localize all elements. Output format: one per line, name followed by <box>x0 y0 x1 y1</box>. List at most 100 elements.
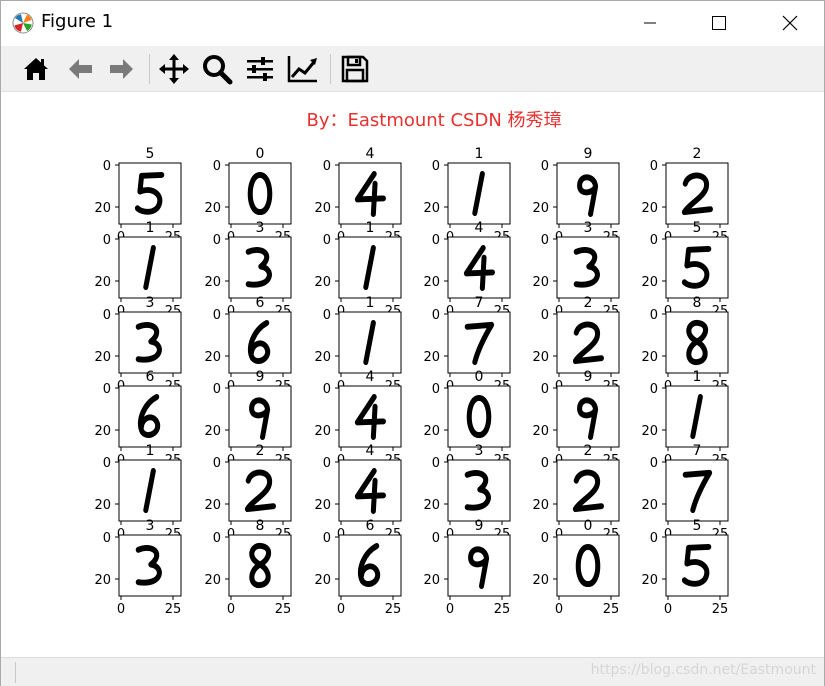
y-tick-label: 20 <box>314 573 331 588</box>
title-bar[interactable]: Figure 1 <box>1 1 824 45</box>
home-icon <box>24 58 48 80</box>
y-tick-label: 0 <box>103 159 111 174</box>
y-tick-label: 0 <box>213 382 221 397</box>
subplot-title: 4 <box>366 146 375 162</box>
subplot-title: 5 <box>693 518 702 534</box>
subplot-title: 5 <box>693 220 702 236</box>
forward-arrow-icon <box>110 59 133 79</box>
subplot-title: 1 <box>366 220 375 236</box>
y-tick-label: 20 <box>423 350 440 365</box>
figure-window: Figure 1 By：Eastmount CSDN 杨秀璋 5 0 20 0 … <box>0 0 825 686</box>
window-title: Figure 1 <box>41 11 114 32</box>
x-tick-label: 0 <box>337 602 345 617</box>
y-tick-label: 20 <box>532 424 549 439</box>
subplot-axes <box>338 162 402 225</box>
y-tick-label: 0 <box>323 308 331 323</box>
y-tick-label: 0 <box>432 233 440 248</box>
subplot-title: 4 <box>366 443 375 459</box>
subplot-title: 6 <box>366 518 375 534</box>
save-floppy-icon <box>341 55 369 83</box>
subplot-title: 6 <box>256 295 265 311</box>
x-tick-label: 25 <box>603 602 620 617</box>
y-tick-label: 20 <box>423 201 440 216</box>
y-tick-label: 0 <box>323 233 331 248</box>
toolbar-separator <box>330 54 331 84</box>
y-tick-label: 0 <box>541 456 549 471</box>
subplot-title: 1 <box>146 220 155 236</box>
subplot-title: 0 <box>584 518 593 534</box>
subplot-title: 1 <box>475 146 484 162</box>
subplot-axes <box>665 534 729 597</box>
subplot-title: 9 <box>475 518 484 534</box>
y-tick-label: 20 <box>204 573 221 588</box>
y-tick-label: 0 <box>432 308 440 323</box>
subplot-title: 9 <box>584 369 593 385</box>
y-tick-label: 0 <box>541 382 549 397</box>
y-tick-label: 20 <box>423 498 440 513</box>
pan-button[interactable] <box>157 52 191 86</box>
subplot-axes <box>447 311 511 374</box>
zoom-magnifier-icon <box>203 55 233 85</box>
subplot-title: 8 <box>256 518 265 534</box>
figure-canvas[interactable]: By：Eastmount CSDN 杨秀璋 502002500200254020… <box>1 93 824 656</box>
subplot-title: 2 <box>256 443 265 459</box>
y-tick-label: 20 <box>641 424 658 439</box>
digit-subplot: 2020025 <box>641 146 729 245</box>
y-tick-label: 0 <box>103 382 111 397</box>
y-tick-label: 20 <box>314 498 331 513</box>
y-tick-label: 20 <box>641 201 658 216</box>
y-tick-label: 0 <box>213 531 221 546</box>
maximize-button[interactable] <box>696 1 742 45</box>
subplot-axes <box>665 459 729 522</box>
subplot-title: 5 <box>146 146 155 162</box>
configure-subplots-button[interactable] <box>243 52 277 86</box>
forward-button[interactable] <box>105 52 139 86</box>
y-tick-label: 0 <box>213 456 221 471</box>
y-tick-label: 0 <box>432 531 440 546</box>
home-button[interactable] <box>19 52 53 86</box>
y-tick-label: 20 <box>532 498 549 513</box>
y-tick-label: 0 <box>103 233 111 248</box>
y-tick-label: 20 <box>94 275 111 290</box>
zoom-button[interactable] <box>200 52 234 86</box>
subplot-axes <box>665 162 729 225</box>
y-tick-label: 20 <box>641 573 658 588</box>
y-tick-label: 0 <box>432 382 440 397</box>
status-divider <box>15 662 16 683</box>
y-tick-label: 20 <box>204 275 221 290</box>
y-tick-label: 20 <box>423 424 440 439</box>
x-tick-label: 25 <box>165 602 182 617</box>
edit-axis-line-icon <box>287 56 317 83</box>
y-tick-label: 0 <box>103 531 111 546</box>
subplot-title: 3 <box>146 518 155 534</box>
close-button[interactable] <box>767 1 813 45</box>
edit-axis-button[interactable] <box>286 52 320 86</box>
close-icon <box>782 15 798 31</box>
back-button[interactable] <box>63 52 97 86</box>
subplot-axes <box>338 385 402 448</box>
y-tick-label: 20 <box>423 573 440 588</box>
digit-grid-figure: By：Eastmount CSDN 杨秀璋 502002500200254020… <box>94 110 729 617</box>
save-button[interactable] <box>338 52 372 86</box>
subplot-title: 4 <box>475 220 484 236</box>
y-tick-label: 0 <box>432 159 440 174</box>
subplot-title: 7 <box>693 443 702 459</box>
subplot-axes <box>556 311 620 374</box>
y-tick-label: 0 <box>213 159 221 174</box>
pan-move-icon <box>159 54 189 84</box>
y-tick-label: 0 <box>650 233 658 248</box>
x-tick-label: 25 <box>494 602 511 617</box>
subplot-title: 0 <box>256 146 265 162</box>
subplot-axes <box>338 459 402 522</box>
subplot-title: 3 <box>256 220 265 236</box>
x-tick-label: 0 <box>227 602 235 617</box>
y-tick-label: 20 <box>314 201 331 216</box>
x-tick-label: 25 <box>712 602 729 617</box>
y-tick-label: 0 <box>103 456 111 471</box>
subplot-title: 6 <box>146 369 155 385</box>
y-tick-label: 20 <box>204 424 221 439</box>
digit-subplot: 4020025 <box>314 146 402 245</box>
minimize-button[interactable] <box>627 1 673 45</box>
y-tick-label: 0 <box>323 531 331 546</box>
subplot-axes <box>447 236 511 299</box>
